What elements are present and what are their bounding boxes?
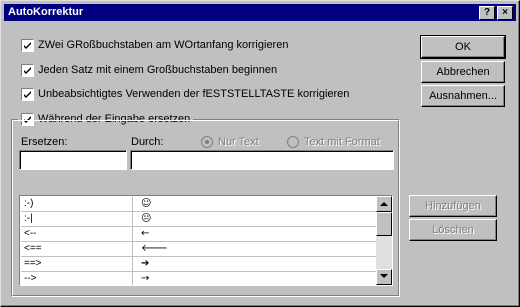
list-item-replace: :-)	[24, 198, 34, 209]
list-item-replace: <--	[24, 228, 37, 239]
list-item-replace: -->	[24, 273, 37, 284]
scroll-up-button[interactable]	[376, 196, 392, 212]
list-item-replace: ==>	[24, 258, 42, 269]
radio-formatted-text-button[interactable]	[287, 136, 299, 148]
list-item-with: 🡐	[132, 242, 376, 257]
with-label: Durch:	[131, 136, 164, 148]
list-item[interactable]: ==> ➔	[21, 257, 376, 272]
list-item[interactable]: <== 🡐	[21, 242, 376, 257]
list-item[interactable]: <-- ←	[21, 227, 376, 242]
checkbox-replace-while-typing[interactable]	[21, 112, 34, 126]
scroll-down-button[interactable]	[376, 269, 392, 285]
list-item-with: ➔	[132, 257, 376, 272]
entries-list[interactable]: :-) ☺ :-| 😐 <-- ← <== 🡐 ==> ➔ --> →	[19, 195, 393, 286]
radio-formatted-text[interactable]: Text mit Format	[287, 136, 380, 148]
list-item-with: 😐	[132, 212, 376, 227]
radio-plain-text-button[interactable]	[201, 136, 213, 148]
replace-input[interactable]	[19, 150, 127, 170]
check-icon	[24, 90, 31, 98]
check-icon	[24, 115, 31, 123]
ok-button[interactable]: OK	[420, 35, 506, 59]
radio-plain-text[interactable]: Nur Text	[201, 136, 259, 148]
help-button[interactable]: ?	[479, 6, 495, 20]
list-item-replace: :-|	[24, 213, 33, 224]
radio-plain-text-label: Nur Text	[218, 136, 259, 148]
cancel-button[interactable]: Abbrechen	[421, 61, 505, 83]
autokorrektur-dialog: AutoKorrektur ? × ZWei GRoßbuchstaben am…	[0, 0, 520, 307]
list-scrollbar[interactable]	[376, 196, 392, 285]
checkbox-two-capitals[interactable]	[21, 38, 34, 52]
with-input[interactable]	[130, 150, 394, 170]
list-item-replace: <==	[24, 243, 42, 254]
scroll-thumb[interactable]	[376, 212, 392, 236]
list-item[interactable]: :-) ☺	[21, 197, 376, 212]
title-bar: AutoKorrektur ? ×	[4, 4, 516, 21]
option-caps-lock-label: Unbeabsichtigtes Verwenden der fESTSTELL…	[38, 88, 350, 100]
delete-button[interactable]: Löschen	[409, 219, 497, 241]
replace-while-typing[interactable]: Während der Eingabe ersetzen	[18, 112, 194, 126]
checkbox-caps-lock[interactable]	[21, 87, 34, 101]
exceptions-button[interactable]: Ausnahmen...	[421, 85, 505, 107]
list-item-with: ☺	[132, 197, 376, 212]
list-item-with: ←	[132, 227, 376, 242]
checkbox-sentence-capital[interactable]	[21, 63, 34, 77]
list-item[interactable]: :-| 😐	[21, 212, 376, 227]
arrow-up-icon	[380, 202, 388, 206]
replace-label: Ersetzen:	[21, 136, 68, 148]
option-sentence-capital-label: Jeden Satz mit einem Großbuchstaben begi…	[38, 64, 278, 76]
list-item[interactable]: --> →	[21, 272, 376, 285]
option-two-capitals-label: ZWei GRoßbuchstaben am WOrtanfang korrig…	[38, 39, 289, 51]
option-caps-lock[interactable]: Unbeabsichtigtes Verwenden der fESTSTELL…	[21, 87, 349, 101]
list-item-with: →	[132, 272, 376, 285]
arrow-down-icon	[380, 274, 388, 278]
close-button[interactable]: ×	[497, 6, 513, 20]
add-button[interactable]: Hinzufügen	[409, 195, 497, 217]
option-sentence-capital[interactable]: Jeden Satz mit einem Großbuchstaben begi…	[21, 63, 277, 77]
replace-while-typing-label: Während der Eingabe ersetzen	[38, 113, 191, 125]
window-title: AutoKorrektur	[8, 6, 84, 18]
radio-formatted-text-label: Text mit Format	[304, 136, 380, 148]
option-two-capitals[interactable]: ZWei GRoßbuchstaben am WOrtanfang korrig…	[21, 38, 288, 52]
check-icon	[24, 41, 31, 49]
check-icon	[24, 66, 31, 74]
